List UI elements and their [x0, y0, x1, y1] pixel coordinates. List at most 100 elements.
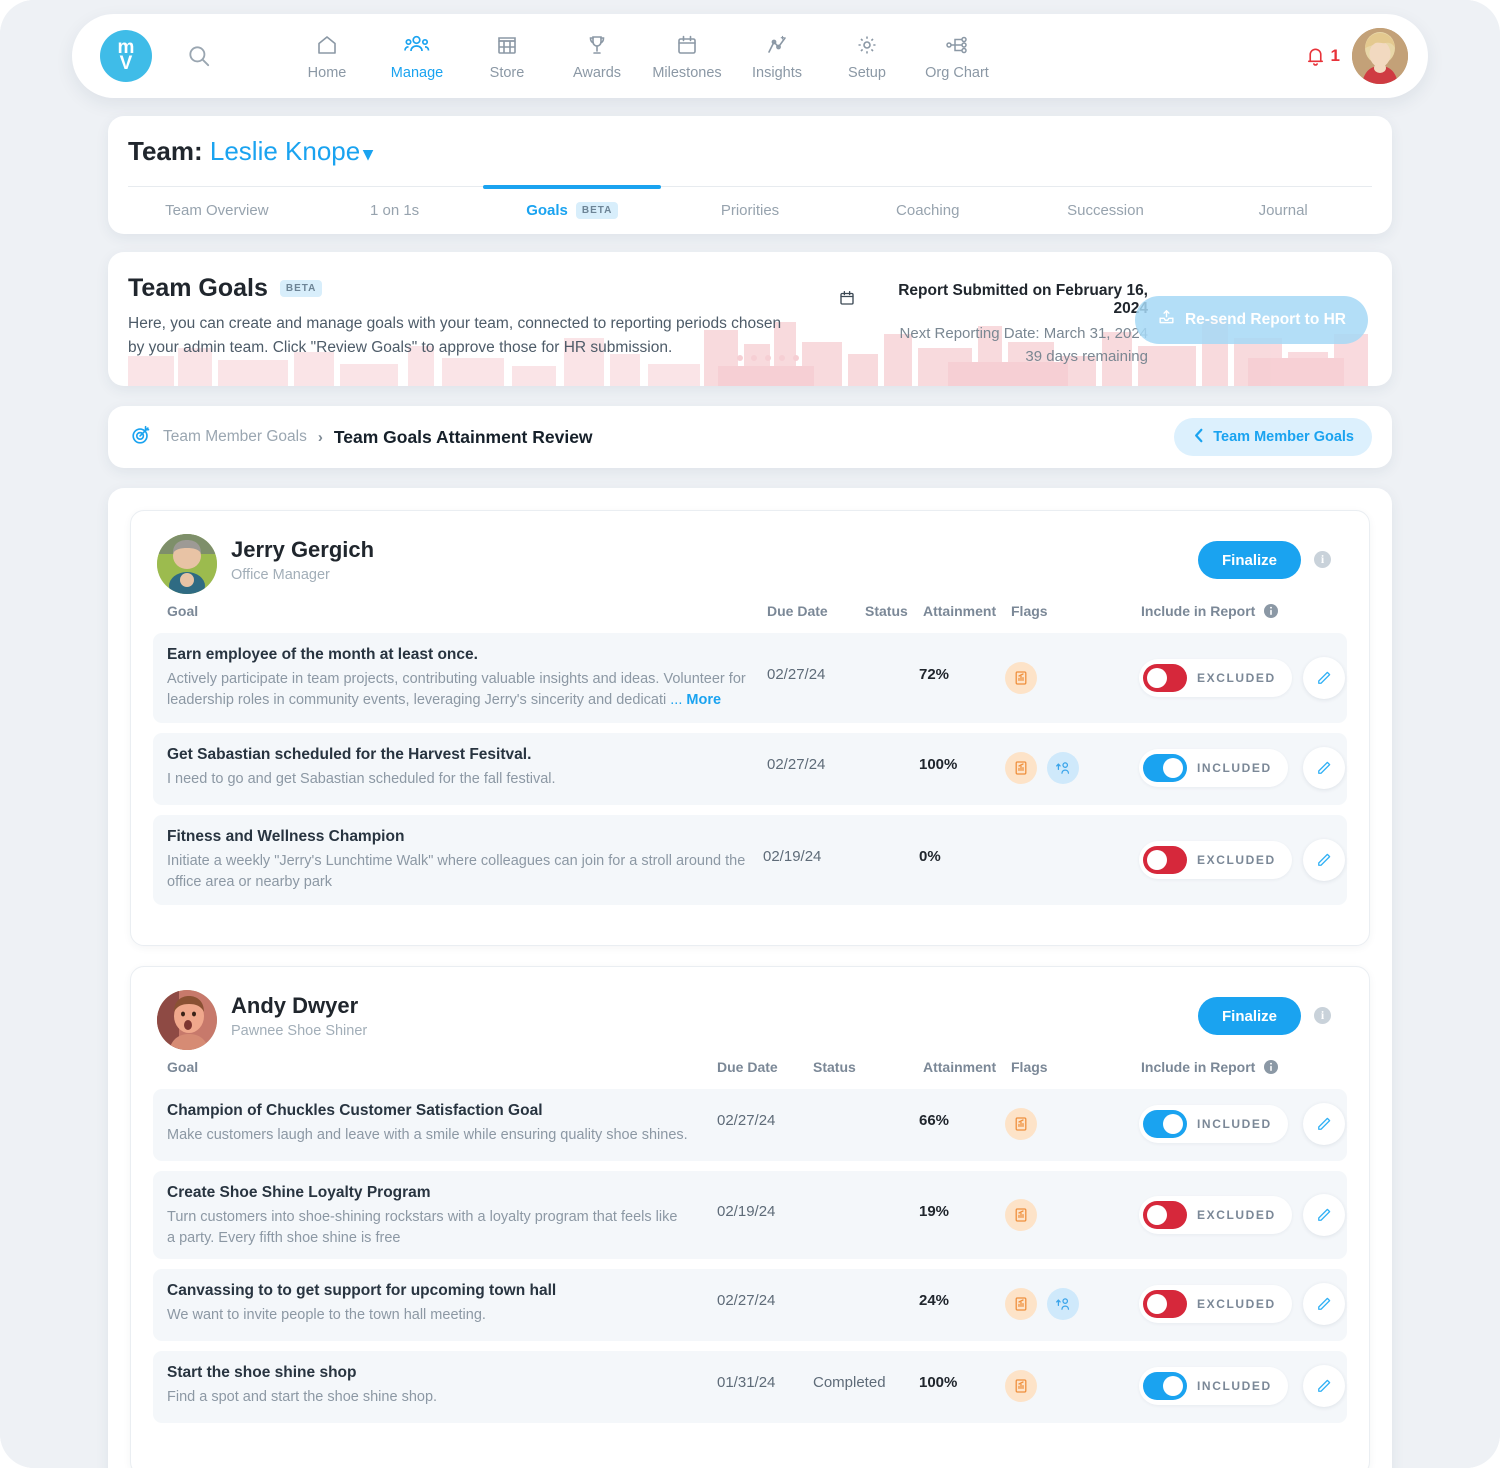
goal-description: I need to go and get Sabastian scheduled… [167, 771, 556, 787]
col-header-include: Include in Report [1141, 603, 1279, 619]
include-toggle[interactable]: INCLUDED [1139, 1367, 1288, 1405]
info-icon[interactable] [1264, 604, 1279, 618]
goal-due-date: 02/19/24 [717, 1203, 776, 1220]
nav-right-group: 1 [1304, 28, 1408, 84]
send-report-icon [1157, 308, 1176, 332]
tab-team-overview[interactable]: Team Overview [128, 187, 306, 235]
user-avatar[interactable] [1352, 28, 1408, 84]
tab-priorities[interactable]: Priorities [661, 187, 839, 235]
goal-more-link[interactable]: More [686, 692, 721, 708]
include-toggle[interactable]: INCLUDED [1139, 749, 1288, 787]
edit-goal-button[interactable] [1303, 1194, 1345, 1236]
report-flag-icon[interactable] [1005, 752, 1037, 784]
toggle-label: INCLUDED [1197, 761, 1272, 775]
report-flag-icon[interactable] [1005, 1370, 1037, 1402]
notifications-button[interactable]: 1 [1304, 45, 1340, 68]
calendar-icon [838, 289, 856, 312]
toggle-switch[interactable] [1143, 846, 1187, 874]
banner-description: Here, you can create and manage goals wi… [128, 315, 782, 356]
report-status-block: Report Submitted on February 16, 2024 Ne… [838, 282, 1148, 365]
include-toggle[interactable]: EXCLUDED [1139, 1196, 1292, 1234]
edit-goal-button[interactable] [1303, 657, 1345, 699]
include-toggle[interactable]: INCLUDED [1139, 1105, 1288, 1143]
tab-1-on-1s[interactable]: 1 on 1s [306, 187, 484, 235]
nav-item-awards[interactable]: Awards [552, 32, 642, 81]
info-icon[interactable]: i [1314, 551, 1331, 568]
include-toggle[interactable]: EXCLUDED [1139, 841, 1292, 879]
breadcrumb-parent-link[interactable]: Team Member Goals [163, 428, 307, 446]
nav-label-insights: Insights [752, 64, 802, 81]
search-icon[interactable] [182, 39, 216, 73]
edit-goal-button[interactable] [1303, 1103, 1345, 1145]
tab-goals[interactable]: Goals BETA [483, 184, 661, 235]
toggle-switch[interactable] [1143, 664, 1187, 692]
goal-row: Start the shoe shine shop Find a spot an… [153, 1351, 1347, 1423]
report-flag-icon[interactable] [1005, 662, 1037, 694]
info-icon[interactable]: i [1314, 1007, 1331, 1024]
promotion-flag-icon[interactable] [1047, 1288, 1079, 1320]
nav-label-org-chart: Org Chart [925, 64, 989, 81]
edit-goal-button[interactable] [1303, 1365, 1345, 1407]
include-toggle[interactable]: EXCLUDED [1139, 1285, 1292, 1323]
days-remaining: 39 days remaining [1025, 348, 1148, 365]
nav-item-insights[interactable]: Insights [732, 32, 822, 81]
goal-title: Canvassing to to get support for upcomin… [167, 1282, 557, 1299]
report-submitted-text: Report Submitted on February 16, 2024 [898, 282, 1148, 317]
toggle-switch[interactable] [1143, 1201, 1187, 1229]
nav-item-org-chart[interactable]: Org Chart [912, 32, 1002, 81]
tab-coaching[interactable]: Coaching [839, 187, 1017, 235]
nav-item-manage[interactable]: Manage [372, 32, 462, 81]
info-icon[interactable] [1264, 1060, 1279, 1074]
goal-row: Champion of Chuckles Customer Satisfacti… [153, 1089, 1347, 1161]
tab-succession[interactable]: Succession [1017, 187, 1195, 235]
goal-description: Actively participate in team projects, c… [167, 671, 746, 709]
calendar-icon [675, 32, 699, 58]
toggle-switch[interactable] [1143, 1372, 1187, 1400]
edit-goal-button[interactable] [1303, 839, 1345, 881]
gear-icon [855, 32, 879, 58]
org-chart-icon [944, 32, 970, 58]
team-name-dropdown[interactable]: Leslie Knope [210, 136, 360, 166]
nav-item-setup[interactable]: Setup [822, 32, 912, 81]
edit-goal-button[interactable] [1303, 747, 1345, 789]
toggle-label: EXCLUDED [1197, 1297, 1276, 1311]
col-header-flags: Flags [1011, 1059, 1048, 1075]
goal-due-date: 02/19/24 [763, 848, 822, 865]
col-header-attainment: Attainment [923, 603, 997, 619]
breadcrumb-separator: › [317, 428, 323, 446]
goal-title: Fitness and Wellness Champion [167, 828, 405, 845]
chevron-down-icon[interactable]: ▾ [363, 144, 373, 165]
goal-attainment: 100% [919, 1374, 958, 1391]
app-logo[interactable]: m V [100, 30, 152, 82]
toggle-switch[interactable] [1143, 1290, 1187, 1318]
toggle-label: EXCLUDED [1197, 853, 1276, 867]
goal-flags [1005, 1108, 1037, 1140]
team-tabs: Team Overview 1 on 1s Goals BETA Priorit… [128, 184, 1372, 235]
resend-report-button[interactable]: Re-send Report to HR [1134, 296, 1368, 344]
goal-due-date: 02/27/24 [717, 1292, 776, 1309]
goal-title: Champion of Chuckles Customer Satisfacti… [167, 1102, 543, 1119]
nav-item-milestones[interactable]: Milestones [642, 32, 732, 81]
toggle-switch[interactable] [1143, 754, 1187, 782]
col-header-goal: Goal [167, 603, 199, 619]
attainment-review-panel: Jerry Gergich Office Manager Finalize i … [108, 488, 1392, 1468]
report-flag-icon[interactable] [1005, 1199, 1037, 1231]
nav-item-home[interactable]: Home [282, 32, 372, 81]
goal-attainment: 19% [919, 1203, 950, 1220]
include-toggle[interactable]: EXCLUDED [1139, 659, 1292, 697]
back-to-team-member-goals-button[interactable]: Team Member Goals [1174, 418, 1372, 456]
edit-goal-button[interactable] [1303, 1283, 1345, 1325]
finalize-button[interactable]: Finalize [1197, 997, 1301, 1035]
finalize-button[interactable]: Finalize [1197, 541, 1301, 579]
tab-badge-beta: BETA [575, 202, 619, 219]
report-flag-icon[interactable] [1005, 1288, 1037, 1320]
nav-item-store[interactable]: Store [462, 32, 552, 81]
goal-attainment: 100% [919, 756, 958, 773]
goal-title: Earn employee of the month at least once… [167, 646, 478, 663]
promotion-flag-icon[interactable] [1047, 752, 1079, 784]
goal-flags [1005, 1199, 1037, 1231]
report-flag-icon[interactable] [1005, 1108, 1037, 1140]
team-header-card: Team: Leslie Knope ▾ Team Overview 1 on 1… [108, 116, 1392, 234]
toggle-switch[interactable] [1143, 1110, 1187, 1138]
tab-journal[interactable]: Journal [1194, 187, 1372, 235]
